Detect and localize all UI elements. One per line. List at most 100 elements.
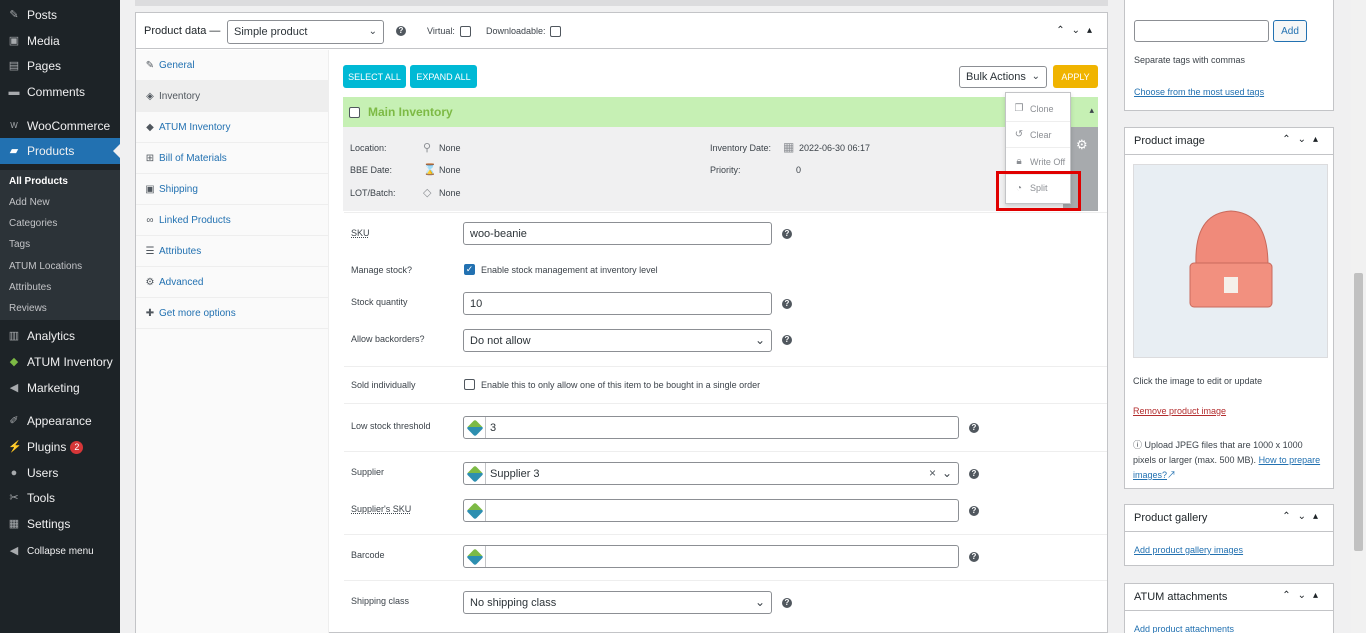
sku-input[interactable]: woo-beanie — [463, 222, 772, 245]
gear-icon[interactable]: ⚙ — [1076, 137, 1088, 153]
add-gallery-link[interactable]: Add product gallery images — [1134, 545, 1243, 555]
downloadable-checkbox[interactable] — [550, 26, 561, 37]
help-icon[interactable]: ? — [969, 552, 979, 562]
help-icon[interactable]: ? — [782, 598, 792, 608]
box-order-arrows[interactable]: ⌃⌄▴ — [1282, 590, 1325, 601]
menu-posts[interactable]: ✎ Posts — [0, 4, 120, 26]
tab-general[interactable]: ✎ General — [136, 50, 329, 81]
help-icon[interactable]: ? — [969, 423, 979, 433]
appearance-icon: ✐ — [9, 415, 19, 427]
submenu-categories[interactable]: Categories — [9, 218, 57, 229]
help-icon[interactable]: ? — [396, 26, 406, 36]
submenu-all-products[interactable]: All Products — [9, 176, 68, 187]
product-image[interactable] — [1133, 164, 1328, 358]
submenu-add-new[interactable]: Add New — [9, 197, 50, 208]
box-order-arrows[interactable]: ⌃⌄▴ — [1282, 511, 1325, 522]
product-type-select[interactable]: Simple product ⌄ — [227, 20, 384, 44]
tab-bill-of-materials[interactable]: ⊞ Bill of Materials — [136, 143, 329, 174]
downloadable-label: Downloadable: — [486, 26, 546, 36]
image-hint: Click the image to edit or update — [1133, 376, 1263, 386]
truck-icon: ▣ — [145, 183, 155, 195]
menu-comments[interactable]: ▬ Comments — [0, 81, 120, 103]
menu-tools[interactable]: ✂ Tools — [0, 487, 120, 509]
menu-pages[interactable]: ▤ Pages — [0, 55, 120, 77]
stock-quantity-input[interactable]: 10 — [463, 292, 772, 315]
panel-order-arrows[interactable]: ⌃⌄▴ — [1056, 25, 1099, 36]
tab-inventory[interactable]: ◈ Inventory — [136, 81, 329, 112]
tab-advanced[interactable]: ⚙ Advanced — [136, 267, 329, 298]
product-image-box: Product image ⌃⌄▴ Click the image to edit… — [1124, 127, 1334, 489]
sold-individually-text: Enable this to only allow one of this it… — [481, 380, 761, 390]
bulk-actions-select[interactable]: Bulk Actions ⌄ — [959, 66, 1047, 88]
main-inventory-header[interactable]: Main Inventory ▴ — [343, 97, 1098, 127]
supplier-select[interactable]: Supplier 3 × ⌄ — [463, 462, 959, 485]
help-icon[interactable]: ? — [782, 229, 792, 239]
backorders-select[interactable]: Do not allow ⌄ — [463, 329, 772, 352]
tab-linked-products[interactable]: ∞ Linked Products — [136, 205, 329, 236]
virtual-checkbox[interactable] — [460, 26, 471, 37]
help-icon[interactable]: ? — [969, 469, 979, 479]
sold-individually-checkbox[interactable] — [464, 379, 475, 390]
menu-media[interactable]: ▣ Media — [0, 30, 120, 52]
lot-value: None — [439, 188, 461, 198]
help-icon[interactable]: ? — [782, 335, 792, 345]
expand-all-button[interactable]: EXPAND ALL — [410, 65, 477, 88]
help-icon[interactable]: ? — [969, 506, 979, 516]
clear-icon[interactable]: × — [929, 466, 936, 480]
manage-stock-checkbox[interactable]: ✓ — [464, 264, 475, 275]
submenu-attributes[interactable]: Attributes — [9, 282, 51, 293]
atum-icon: ◆ — [146, 121, 154, 133]
menu-woocommerce[interactable]: W WooCommerce — [0, 115, 120, 137]
location-pin-icon: ⚲ — [423, 142, 432, 154]
menu-appearance[interactable]: ✐ Appearance — [0, 410, 120, 432]
manage-stock-text: Enable stock management at inventory lev… — [481, 265, 658, 275]
main-inventory-checkbox[interactable] — [349, 107, 360, 118]
wrench-icon: ✎ — [145, 59, 155, 71]
collapse-caret-icon[interactable]: ▴ — [1089, 105, 1094, 116]
tab-attributes[interactable]: ☰ Attributes — [136, 236, 329, 267]
inventory-date-label: Inventory Date: — [710, 143, 772, 153]
collapse-menu[interactable]: ◀ Collapse menu — [0, 540, 120, 562]
menu-settings[interactable]: ▦ Settings — [0, 513, 120, 535]
select-all-button[interactable]: SELECT ALL — [343, 65, 406, 88]
apply-button[interactable]: APPLY — [1053, 65, 1098, 88]
menu-atum-inventory[interactable]: ◆ ATUM Inventory — [0, 351, 120, 373]
menu-clone[interactable]: ❐ Clone — [1006, 96, 1070, 122]
hourglass-icon: ⌛ — [423, 164, 437, 176]
main-inventory-title: Main Inventory — [368, 105, 453, 119]
shipping-class-label: Shipping class — [351, 596, 410, 606]
submenu-reviews[interactable]: Reviews — [9, 303, 47, 314]
barcode-label: Barcode — [351, 550, 385, 560]
submenu-tags[interactable]: Tags — [9, 239, 30, 250]
help-icon[interactable]: ? — [782, 299, 792, 309]
submenu-atum-locations[interactable]: ATUM Locations — [9, 261, 82, 272]
menu-users[interactable]: ● Users — [0, 462, 120, 484]
add-tag-button[interactable]: Add — [1273, 20, 1307, 42]
box-order-arrows[interactable]: ⌃⌄▴ — [1282, 134, 1325, 145]
low-stock-input[interactable]: 3 — [463, 416, 959, 439]
barcode-input[interactable] — [463, 545, 959, 568]
menu-clear[interactable]: ↺ Clear — [1006, 122, 1070, 148]
tab-get-more-options[interactable]: ✚ Get more options — [136, 298, 329, 329]
info-icon: ⓘ — [1133, 440, 1145, 450]
external-link-icon: ↗ — [1167, 470, 1177, 480]
supplier-sku-input[interactable] — [463, 499, 959, 522]
product-data-header: Product data — Simple product ⌄ ? Virtual… — [136, 13, 1107, 49]
page-scrollbar[interactable] — [1351, 0, 1366, 633]
tags-hint: Separate tags with commas — [1134, 55, 1246, 65]
add-attachments-link[interactable]: Add product attachments — [1134, 624, 1234, 633]
menu-analytics[interactable]: ▥ Analytics — [0, 325, 120, 347]
remove-image-link[interactable]: Remove product image — [1133, 406, 1226, 416]
shipping-class-select[interactable]: No shipping class ⌄ — [463, 591, 772, 614]
link-icon: ∞ — [146, 214, 154, 226]
tag-input[interactable] — [1134, 20, 1269, 42]
scrollbar-thumb[interactable] — [1354, 273, 1363, 551]
menu-products[interactable]: ▰ Products — [0, 138, 120, 164]
menu-marketing[interactable]: ◀ Marketing — [0, 377, 120, 399]
most-used-tags-link[interactable]: Choose from the most used tags — [1134, 87, 1264, 97]
inventory-icon: ◈ — [146, 90, 154, 102]
tab-atum-inventory[interactable]: ◆ ATUM Inventory — [136, 112, 329, 143]
tab-shipping[interactable]: ▣ Shipping — [136, 174, 329, 205]
menu-plugins[interactable]: ⚡ Plugins 2 — [0, 436, 120, 458]
chevron-down-icon: ⌄ — [1031, 71, 1040, 82]
